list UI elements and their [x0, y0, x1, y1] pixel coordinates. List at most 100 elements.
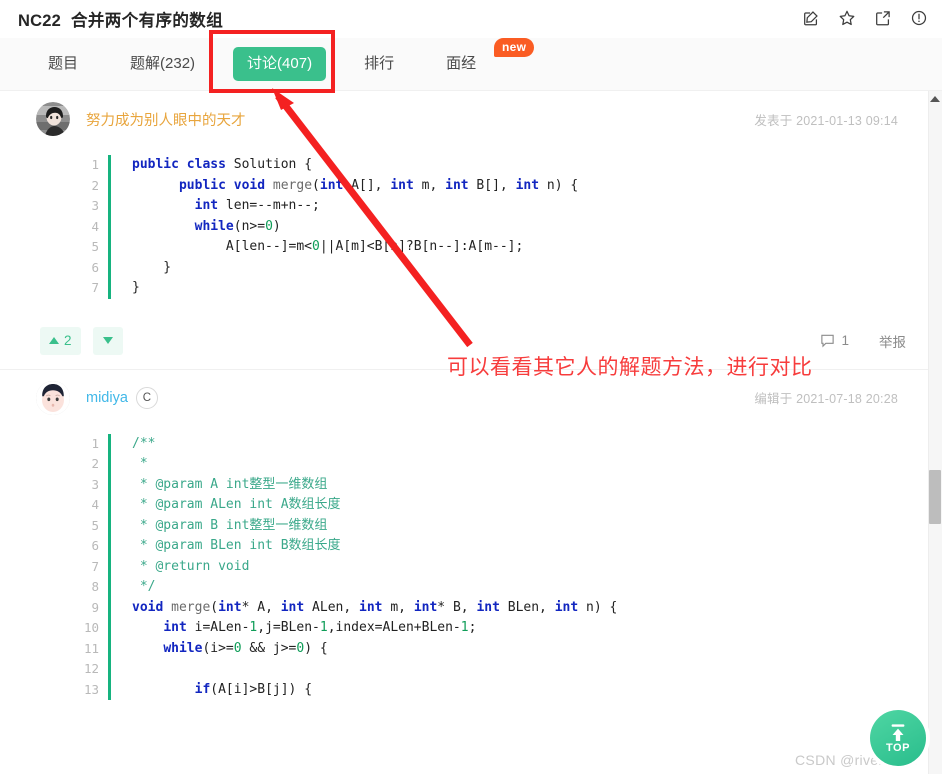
line-number: 5 [91, 239, 99, 254]
edit-icon[interactable] [802, 9, 820, 27]
code-line: 11 while(i>=0 && j>=0) { [84, 638, 896, 659]
star-icon[interactable] [838, 9, 856, 27]
post-timestamp: 发表于 2021-01-13 09:14 [754, 113, 898, 128]
comment-count: 1 [841, 333, 849, 348]
problem-title: 合并两个有序的数组 [71, 12, 224, 30]
code-text: * @param A int整型一维数组 [139, 476, 328, 492]
language-tag: C [135, 386, 158, 409]
code-text: void merge(int* A, int ALen, int m, int*… [132, 599, 618, 615]
code-text: public class Solution { [132, 157, 313, 172]
line-number: 2 [91, 456, 99, 471]
line-number: 6 [91, 538, 99, 553]
line-number: 1 [91, 157, 99, 172]
code-text: /** [132, 435, 156, 451]
code-text: public void merge(int A[], int m, int B[… [178, 177, 579, 193]
code-line: 9 void merge(int* A, int ALen, int m, int… [84, 597, 896, 618]
header-actions [802, 9, 928, 27]
code-line: 1 /** [84, 433, 896, 454]
arrow-up-icon [891, 723, 905, 741]
code-block: 1/** 2 * 3 * @param A int整型一维数组 4 * @param … [84, 433, 896, 700]
tab-problem[interactable]: 题目 [34, 47, 92, 81]
tab-interview[interactable]: 面经 [432, 47, 490, 81]
line-number: 3 [91, 476, 99, 492]
triangle-down-icon [102, 337, 113, 344]
code-line: 5 A[len--]=m<0||A[m]<B[n]?B[n--]:A[m--]; [84, 237, 896, 258]
discussion-list: 努力成为别人眼中的天才 发表于 2021-01-13 09:14 1 public… [0, 91, 930, 774]
code-text: * @return void [139, 558, 250, 574]
tab-bar: 题目 题解(232) 讨论(407) 排行 面经 [0, 38, 942, 91]
code-line: 5 * @param B int整型一维数组 [84, 515, 896, 536]
code-line: 2 public void merge(int A[], int m, int … [84, 175, 896, 196]
problem-id: NC22 [18, 12, 61, 30]
avatar[interactable] [36, 102, 70, 136]
scrollbar-track[interactable] [928, 91, 942, 774]
code-text: * @param B int整型一维数组 [139, 517, 328, 533]
page-header: NC22 合并两个有序的数组 [0, 0, 942, 38]
post-author[interactable]: midiya [86, 390, 128, 406]
code-text: * @param ALen int A数组长度 [139, 497, 341, 512]
code-line: 8 */ [84, 577, 896, 598]
code-text: int i=ALen-1,j=BLen-1,index=ALen+BLen-1; [163, 620, 477, 635]
code-line: 7 * @return void [84, 556, 896, 577]
triangle-up-icon [49, 337, 59, 344]
code-line: 3 int len=--m+n--; [84, 196, 896, 217]
page-title: NC22 合并两个有序的数组 [0, 7, 223, 31]
tab-solutions[interactable]: 题解(232) [116, 47, 209, 81]
code-line: 1 public class Solution { [84, 155, 896, 176]
line-number: 4 [91, 497, 99, 512]
code-text: A[len--]=m<0||A[m]<B[n]?B[n--]:A[m--]; [132, 239, 524, 254]
vote-count: 2 [64, 333, 72, 348]
line-number: 10 [84, 620, 100, 635]
post-item: midiya C 编辑于 2021-07-18 20:28 1/** 2 * 3 *… [0, 369, 930, 700]
code-text: while(n>=0) [194, 218, 281, 234]
post-author[interactable]: 努力成为别人眼中的天才 [86, 109, 246, 130]
code-block: 1 public class Solution { 2 public void me… [84, 155, 896, 299]
post-timestamp: 编辑于 2021-07-18 20:28 [754, 392, 898, 406]
line-number: 7 [91, 280, 99, 295]
code-text: * [139, 456, 148, 471]
comment-icon [821, 334, 835, 348]
line-number: 12 [84, 661, 100, 676]
code-line: 2 * [84, 454, 896, 475]
line-number: 9 [91, 599, 99, 615]
scroll-up-arrow-icon[interactable] [930, 96, 940, 102]
line-number: 4 [91, 218, 99, 234]
line-number: 2 [91, 177, 99, 193]
share-icon[interactable] [874, 9, 892, 27]
code-text: } [132, 259, 172, 275]
scrollbar-thumb[interactable] [929, 470, 941, 524]
code-line: 6 * @param BLen int B数组长度 [84, 536, 896, 557]
code-text: * @param BLen int B数组长度 [139, 538, 341, 553]
line-number: 8 [91, 579, 99, 594]
line-number: 7 [91, 558, 99, 574]
code-text: while(i>=0 && j>=0) { [163, 640, 328, 656]
info-icon[interactable] [910, 9, 928, 27]
line-number: 6 [91, 259, 99, 275]
back-to-top-label: TOP [886, 741, 910, 754]
code-line: 10 int i=ALen-1,j=BLen-1,index=ALen+BLen… [84, 618, 896, 639]
downvote-button[interactable] [92, 326, 123, 355]
report-button[interactable]: 举报 [879, 331, 906, 351]
back-to-top-button[interactable]: TOP [870, 710, 926, 766]
tab-discussion[interactable]: 讨论(407) [233, 47, 327, 81]
code-line: 12 [84, 659, 896, 680]
code-text: int len=--m+n--; [194, 198, 320, 213]
code-line: 4 while(n>=0) [84, 216, 896, 237]
tab-ranking[interactable]: 排行 [350, 47, 408, 81]
comment-button[interactable]: 1 [820, 333, 849, 348]
code-line: 4 * @param ALen int A数组长度 [84, 495, 896, 516]
post-header: 努力成为别人眼中的天才 发表于 2021-01-13 09:14 [0, 91, 930, 147]
code-line: 7} [84, 278, 896, 299]
line-number: 11 [84, 640, 100, 656]
code-text: } [132, 280, 140, 295]
avatar[interactable] [36, 380, 70, 415]
post-item: 努力成为别人眼中的天才 发表于 2021-01-13 09:14 1 public… [0, 91, 930, 370]
post-right-actions: 1 举报 [820, 331, 906, 351]
line-number: 1 [91, 435, 99, 451]
code-text: */ [139, 579, 156, 594]
code-line: 3 * @param A int整型一维数组 [84, 474, 896, 495]
line-number: 3 [91, 198, 99, 213]
annotation-text: 可以看看其它人的解题方法，进行对比 [447, 356, 813, 379]
upvote-button[interactable]: 2 [40, 326, 81, 355]
